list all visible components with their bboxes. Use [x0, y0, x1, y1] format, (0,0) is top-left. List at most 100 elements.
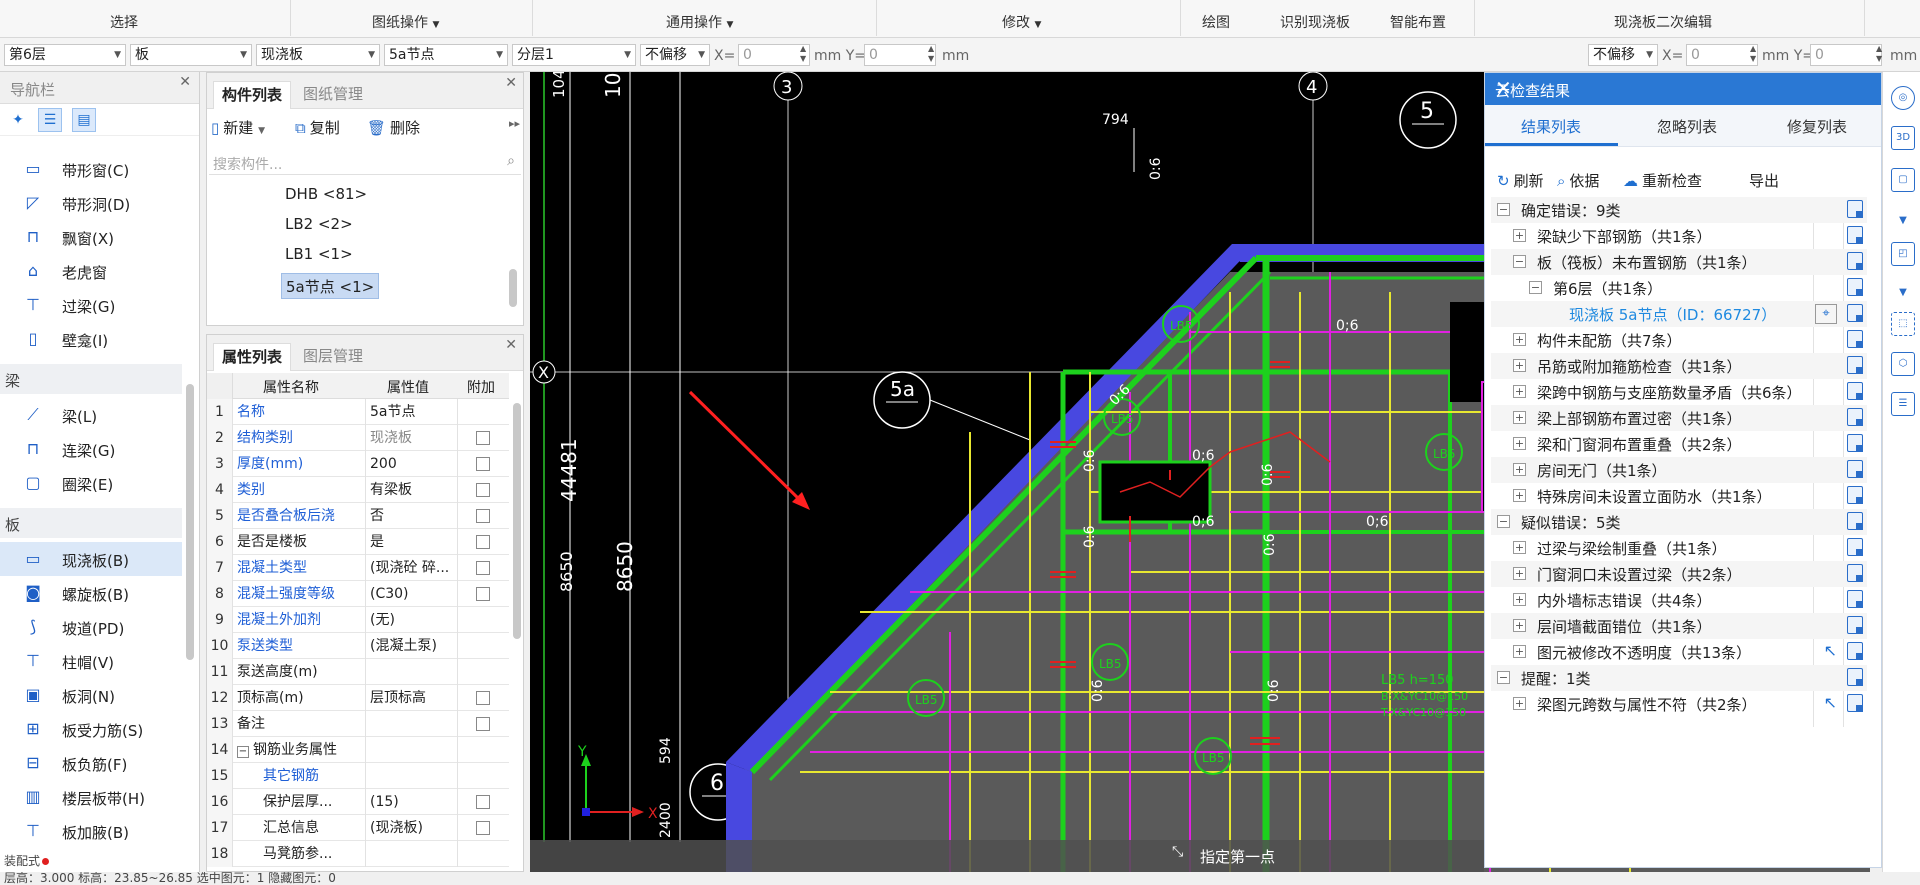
property-value[interactable]	[365, 659, 457, 685]
nav-category-slab[interactable]: 板	[0, 508, 182, 538]
result-row[interactable]: + 梁和门窗洞布置重叠（共2条）	[1491, 431, 1867, 457]
ribbon-group-recognize-slab[interactable]: 识别现浇板	[1280, 12, 1350, 32]
ribbon-group-slab-edit[interactable]: 现浇板二次编辑	[1614, 12, 1712, 32]
orbit-icon[interactable]: ◎	[1891, 86, 1915, 110]
select-box-icon[interactable]: ⬚	[1891, 312, 1915, 336]
component-item[interactable]: DHB <81>	[281, 183, 371, 209]
property-value[interactable]: 现浇板	[365, 425, 457, 451]
property-row[interactable]: 13 备注	[207, 711, 509, 737]
result-row[interactable]: + 梁图元跨数与属性不符（共2条） ↖	[1491, 691, 1867, 717]
category-select[interactable]: 板 ▼	[130, 44, 252, 66]
property-value[interactable]: 否	[365, 503, 457, 529]
recheck-button[interactable]: ☁ 重新检查	[1623, 170, 1702, 191]
x-spinner[interactable]: ▲ ▼	[800, 44, 806, 64]
nav-item-column-cap[interactable]: ⊤ 柱帽(V)	[0, 644, 182, 678]
nav-item-strip-window[interactable]: ▭ 带形窗(C)	[0, 152, 182, 186]
document-icon[interactable]	[1847, 590, 1863, 608]
property-value[interactable]: 5a节点	[365, 399, 457, 425]
copy-button[interactable]: ⧉ 复制	[295, 117, 340, 138]
cube-icon[interactable]: ▢	[1891, 168, 1915, 192]
nav-item-bay-window[interactable]: ⊓ 飘窗(X)	[0, 220, 182, 254]
ribbon-group-common-ops[interactable]: 通用操作 ▼	[666, 12, 733, 32]
chevron-down-icon[interactable]: ▼	[1891, 282, 1915, 306]
extra-checkbox[interactable]	[476, 431, 490, 445]
result-row[interactable]: + 构件未配筋（共7条）	[1491, 327, 1867, 353]
cursor-arrow-icon[interactable]: ↖	[1824, 693, 1837, 712]
tab-drawing-management[interactable]: 图纸管理	[295, 81, 371, 109]
result-row[interactable]: − 第6层（共1条）	[1491, 275, 1867, 301]
prop-scrollbar[interactable]	[513, 403, 521, 639]
expand-icon[interactable]: +	[1513, 645, 1526, 658]
list-view-icon[interactable]: ☰	[38, 108, 62, 132]
extra-checkbox[interactable]	[476, 821, 490, 835]
extra-checkbox[interactable]	[476, 795, 490, 809]
document-icon[interactable]	[1847, 434, 1863, 452]
chevron-down-icon[interactable]: ▼	[1891, 210, 1915, 234]
offset-select-right[interactable]: 不偏移 ▼	[1588, 44, 1658, 66]
document-icon[interactable]	[1847, 512, 1863, 530]
result-category-row[interactable]: − 提醒：1类	[1491, 665, 1867, 691]
property-row[interactable]: 3 厚度(mm) 200	[207, 451, 509, 477]
document-icon[interactable]	[1847, 616, 1863, 634]
y-offset-input[interactable]: 0	[864, 44, 936, 66]
document-icon[interactable]	[1847, 330, 1863, 348]
property-row[interactable]: 14− 钢筋业务属性	[207, 737, 509, 763]
property-row[interactable]: 12 顶标高(m) 层顶标高	[207, 685, 509, 711]
tab-results[interactable]: 结果列表	[1521, 116, 1581, 137]
extra-checkbox[interactable]	[476, 691, 490, 705]
property-row[interactable]: 7 混凝土类型 (现浇砼 碎...	[207, 555, 509, 581]
floor-select[interactable]: 第6层 ▼	[4, 44, 126, 66]
result-row[interactable]: + 特殊房间未设置立面防水（共1条）	[1491, 483, 1867, 509]
property-value[interactable]	[365, 841, 457, 867]
property-row[interactable]: 8 混凝土强度等级 (C30)	[207, 581, 509, 607]
y-offset-input-right[interactable]: 0	[1810, 44, 1882, 66]
element-view-icon[interactable]: ⬡	[1891, 352, 1915, 376]
result-row[interactable]: + 梁缺少下部钢筋（共1条）	[1491, 223, 1867, 249]
nav-item-cast-slab[interactable]: ▭ 现浇板(B)	[0, 542, 182, 576]
basis-button[interactable]: ⌕ 依据	[1557, 170, 1599, 191]
nav-item-dormer[interactable]: ⌂ 老虎窗	[0, 254, 182, 288]
property-row[interactable]: 1 名称 5a节点	[207, 399, 509, 425]
property-value[interactable]: (15)	[365, 789, 457, 815]
document-icon[interactable]	[1847, 226, 1863, 244]
extra-checkbox[interactable]	[476, 587, 490, 601]
property-value[interactable]: (无)	[365, 607, 457, 633]
y-spinner[interactable]: ▲ ▼	[1876, 44, 1882, 64]
delete-button[interactable]: 🗑 删除	[367, 117, 420, 138]
expand-icon[interactable]: +	[1513, 411, 1526, 424]
nav-scrollbar[interactable]	[186, 384, 194, 660]
nav-item-niche[interactable]: ▯ 壁龛(I)	[0, 322, 182, 356]
property-row[interactable]: 11 泵送高度(m)	[207, 659, 509, 685]
export-button[interactable]: 导出	[1749, 170, 1779, 191]
document-icon[interactable]	[1847, 252, 1863, 270]
nav-item-slab-haunch[interactable]: ⊤ 板加腋(B)	[0, 814, 182, 848]
property-value[interactable]: 层顶标高	[365, 685, 457, 711]
close-icon[interactable]: ✕	[505, 337, 517, 353]
property-value[interactable]: (现浇板)	[365, 815, 457, 841]
nav-item-lintel[interactable]: ⊤ 过梁(G)	[0, 288, 182, 322]
nav-category-beam[interactable]: 梁	[0, 364, 182, 394]
nav-item-ring-beam[interactable]: ▢ 圈梁(E)	[0, 466, 182, 500]
property-value[interactable]	[365, 763, 457, 789]
ribbon-group-smart-layout[interactable]: 智能布置	[1390, 12, 1446, 32]
layer-select[interactable]: 分层1 ▼	[512, 44, 636, 66]
result-row[interactable]: + 内外墙标志错误（共4条）	[1491, 587, 1867, 613]
property-row[interactable]: 18 马凳筋参...	[207, 841, 509, 867]
collapse-icon[interactable]: −	[1529, 281, 1542, 294]
document-icon[interactable]	[1847, 642, 1863, 660]
property-value[interactable]: (C30)	[365, 581, 457, 607]
pin-icon[interactable]: ✦	[6, 108, 30, 132]
expand-icon[interactable]: +	[1513, 359, 1526, 372]
tab-ignored[interactable]: 忽略列表	[1657, 116, 1717, 137]
document-icon[interactable]	[1847, 538, 1863, 556]
document-icon[interactable]	[1847, 564, 1863, 582]
nav-item-slab-hole[interactable]: ▣ 板洞(N)	[0, 678, 182, 712]
collapse-icon[interactable]: −	[1497, 515, 1510, 528]
property-value[interactable]: 有梁板	[365, 477, 457, 503]
expand-icon[interactable]: +	[1513, 567, 1526, 580]
expand-icon[interactable]: +	[1513, 619, 1526, 632]
document-icon[interactable]	[1847, 278, 1863, 296]
expand-icon[interactable]: +	[1513, 463, 1526, 476]
result-row[interactable]: + 房间无门（共1条）	[1491, 457, 1867, 483]
extra-checkbox[interactable]	[476, 509, 490, 523]
